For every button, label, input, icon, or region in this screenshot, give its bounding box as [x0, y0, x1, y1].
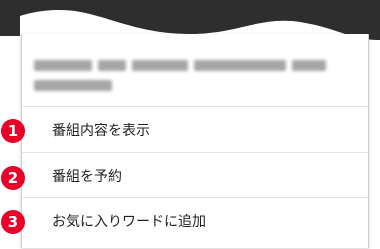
- menu-item-reserve-program[interactable]: 番組を予約: [22, 153, 368, 199]
- blurred-line: [34, 80, 356, 91]
- menu-item-add-favorite-word[interactable]: お気に入りワードに追加: [22, 198, 368, 244]
- menu-item-label: 番組内容を表示: [52, 123, 150, 139]
- blurred-line: [34, 60, 356, 71]
- step-badge-2: 2: [1, 166, 25, 190]
- context-menu-panel: 番組内容を表示 番組を予約 お気に入りワードに追加: [21, 34, 369, 248]
- blurred-description: [34, 60, 356, 100]
- screenshot-stage: 番組内容を表示 番組を予約 お気に入りワードに追加 1 2 3: [0, 0, 380, 249]
- menu-item-label: 番組を予約: [52, 169, 122, 185]
- step-badge-1: 1: [1, 119, 25, 143]
- menu-item-label: お気に入りワードに追加: [52, 214, 206, 230]
- step-badge-3: 3: [1, 210, 25, 234]
- menu-item-show-program[interactable]: 番組内容を表示: [22, 107, 368, 153]
